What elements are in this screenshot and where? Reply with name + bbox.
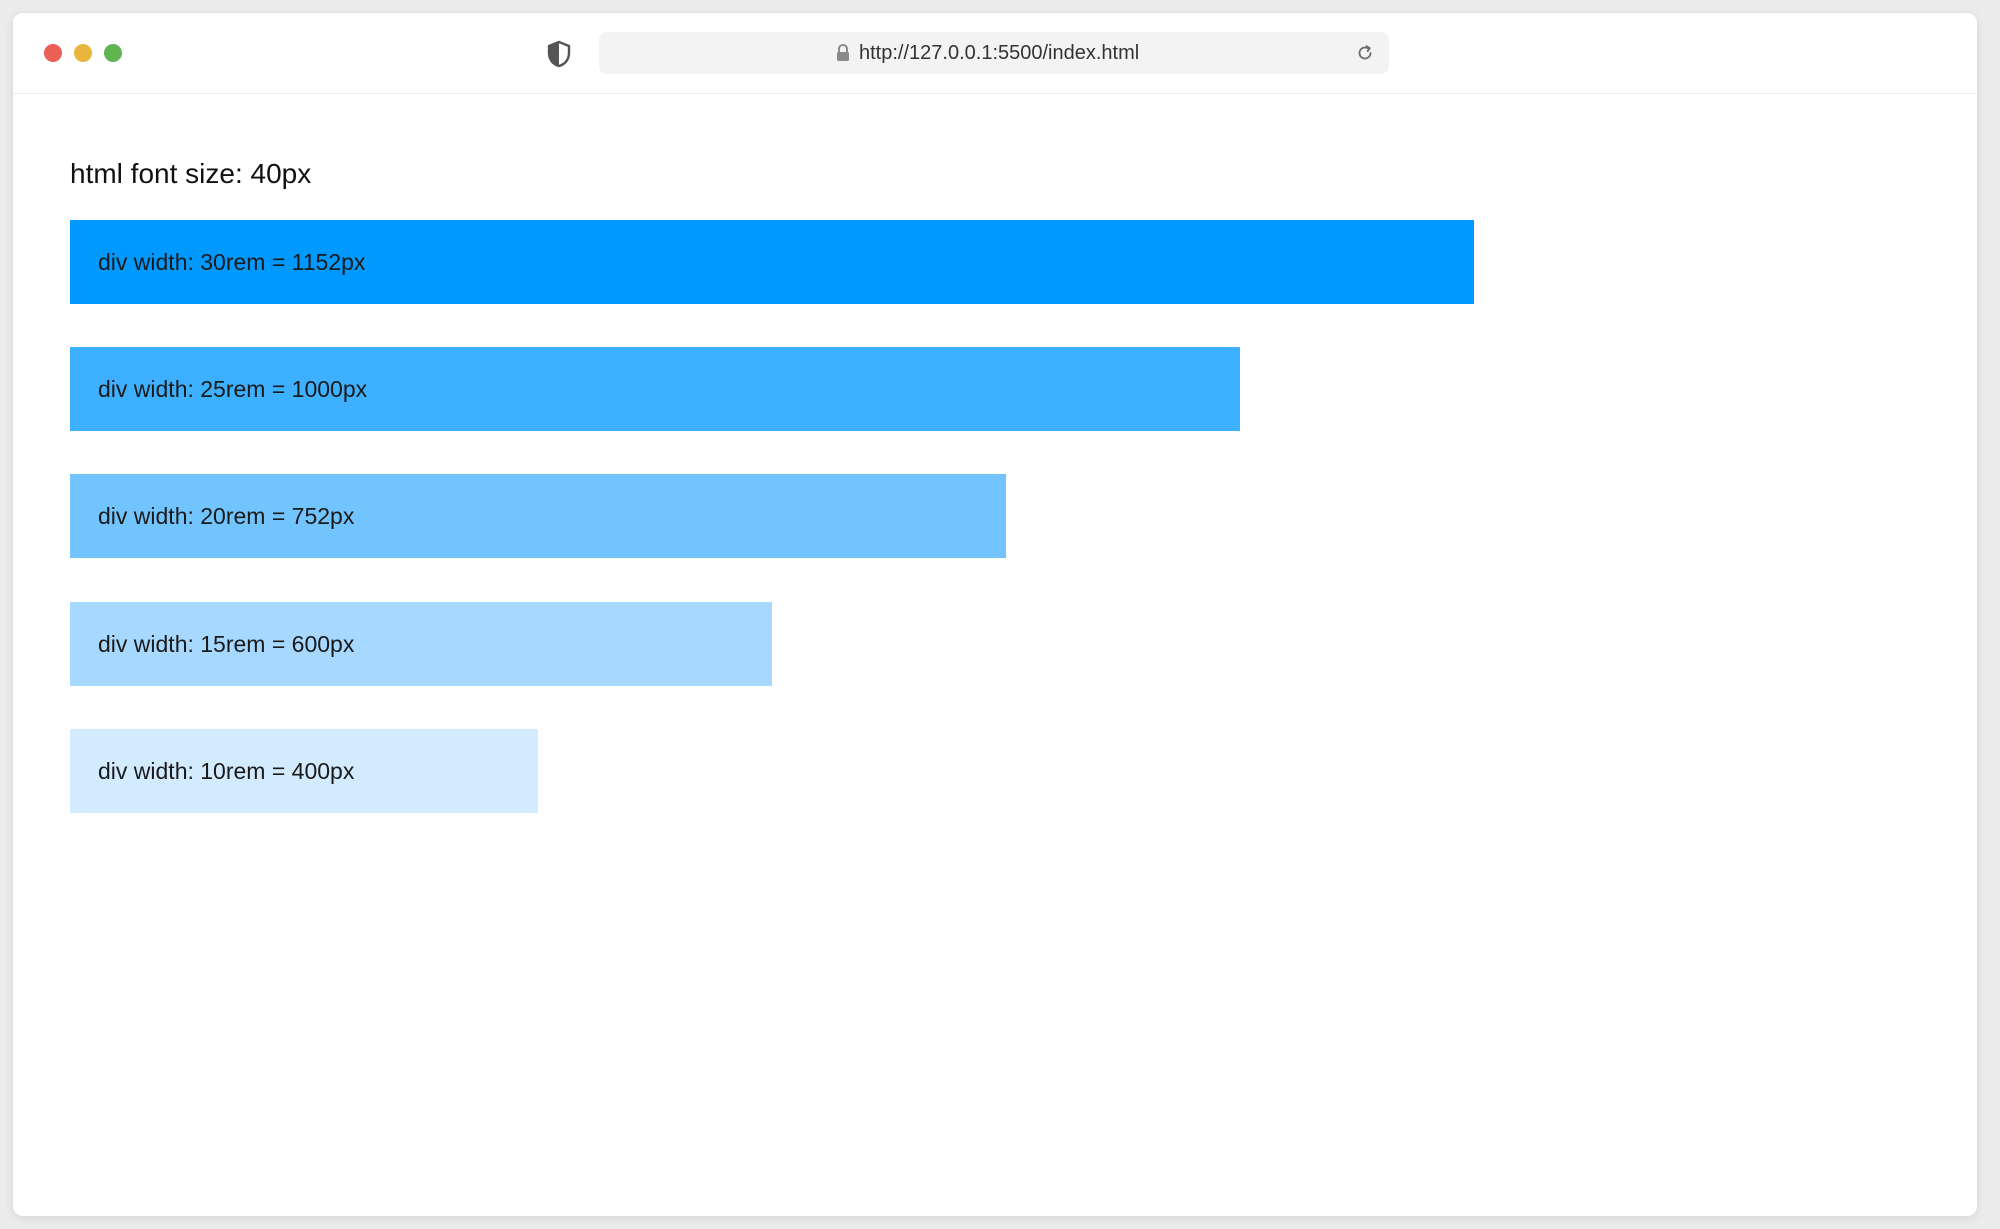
maximize-window-button[interactable] bbox=[104, 44, 122, 62]
width-bar-10rem: div width: 10rem = 400px bbox=[70, 729, 538, 813]
page-title: html font size: 40px bbox=[70, 158, 312, 189]
minimize-window-button[interactable] bbox=[74, 44, 92, 62]
lock-icon bbox=[835, 43, 851, 63]
close-window-button[interactable] bbox=[44, 44, 62, 62]
width-bar-15rem: div width: 15rem = 600px bbox=[70, 602, 772, 686]
address-bar[interactable]: http://127.0.0.1:5500/index.html bbox=[599, 32, 1389, 74]
url-text[interactable]: http://127.0.0.1:5500/index.html bbox=[859, 32, 1139, 74]
bar-label: div width: 30rem = 1152px bbox=[98, 248, 366, 275]
width-bar-20rem: div width: 20rem = 752px bbox=[70, 474, 1006, 558]
bar-label: div width: 15rem = 600px bbox=[98, 630, 355, 657]
reload-icon[interactable] bbox=[1355, 43, 1375, 63]
browser-window: http://127.0.0.1:5500/index.html html fo… bbox=[13, 13, 1977, 1216]
bar-label: div width: 20rem = 752px bbox=[98, 502, 355, 529]
width-bar-25rem: div width: 25rem = 1000px bbox=[70, 347, 1240, 431]
browser-toolbar: http://127.0.0.1:5500/index.html bbox=[13, 13, 1977, 94]
page-content: html font size: 40px div width: 30rem = … bbox=[13, 94, 1977, 1216]
shield-icon[interactable] bbox=[546, 40, 572, 68]
width-bar-30rem: div width: 30rem = 1152px bbox=[70, 220, 1474, 304]
bar-label: div width: 10rem = 400px bbox=[98, 757, 355, 784]
bar-label: div width: 25rem = 1000px bbox=[98, 375, 368, 402]
